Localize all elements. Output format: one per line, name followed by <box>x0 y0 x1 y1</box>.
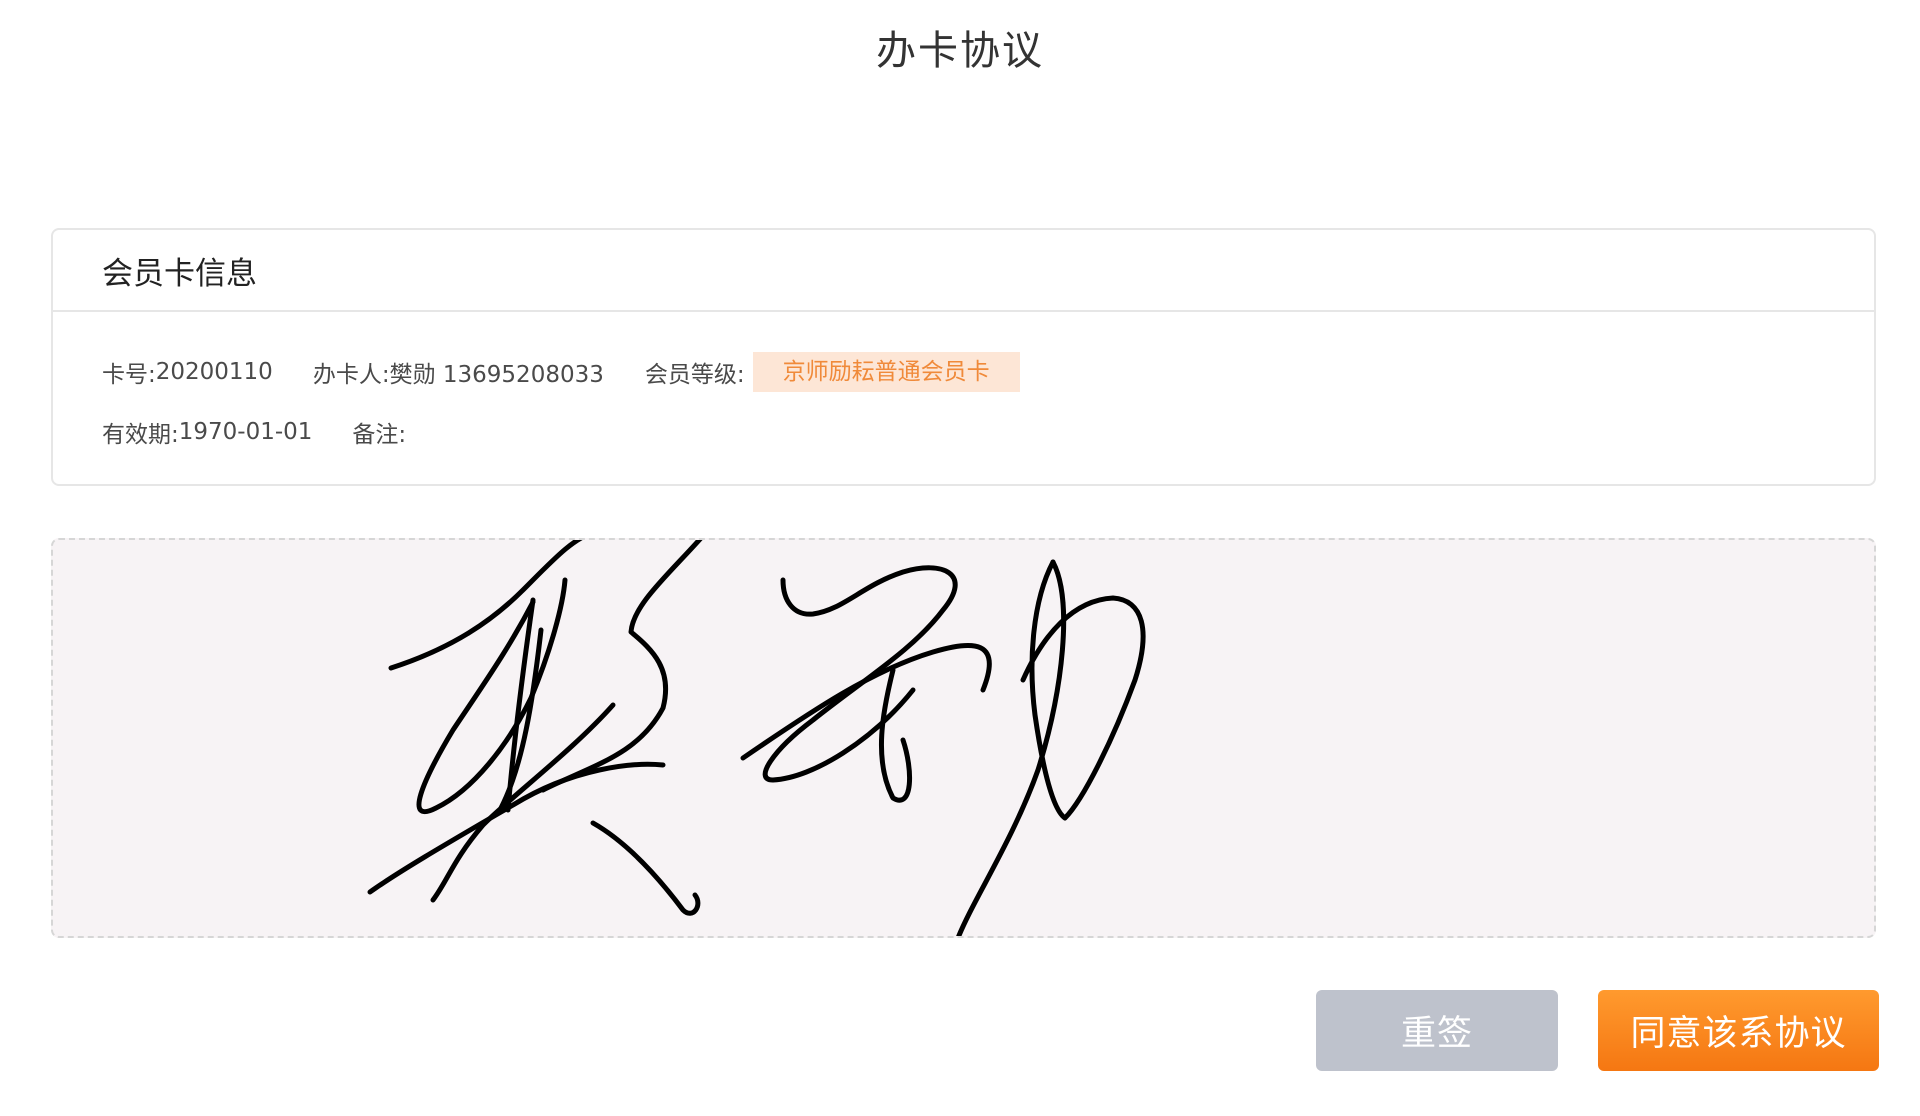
member-card-info-title: 会员卡信息 <box>102 255 257 292</box>
remark-label: 备注: <box>352 422 407 448</box>
card-agreement-page: 办卡协议 会员卡信息 卡号: 20200110 办卡人: 樊勋 1369520803… <box>0 0 1920 1116</box>
card-holder-value: 樊勋 13695208033 <box>389 362 604 388</box>
page-title: 办卡协议 <box>876 28 1044 74</box>
expiry-date-value: 1970-01-01 <box>178 419 313 445</box>
member-level-badge: 京师励耘普通会员卡 <box>752 352 1020 392</box>
member-level-label: 会员等级: <box>644 362 745 388</box>
expiry-date-label: 有效期: <box>102 422 179 448</box>
card-number-value: 20200110 <box>155 359 273 385</box>
card-holder-label: 办卡人: <box>312 362 390 388</box>
member-card-info-header: 会员卡信息 <box>53 230 1874 312</box>
resign-button[interactable]: 重签 <box>1316 990 1558 1071</box>
info-row-primary: 卡号: 20200110 办卡人: 樊勋 13695208033 会员等级: 京师励… <box>102 352 1874 392</box>
signature-pad[interactable] <box>51 538 1876 938</box>
member-card-info-body: 卡号: 20200110 办卡人: 樊勋 13695208033 会员等级: 京师励… <box>53 352 1874 452</box>
agree-agreement-button[interactable]: 同意该系协议 <box>1598 990 1879 1071</box>
card-holder: 办卡人: 樊勋 13695208033 <box>313 355 604 389</box>
card-number-label: 卡号: <box>102 362 156 388</box>
handwritten-signature <box>367 540 1146 936</box>
expiry-date: 有效期: 1970-01-01 <box>102 415 312 449</box>
remark: 备注: <box>352 415 406 449</box>
info-row-secondary: 有效期: 1970-01-01 备注: <box>102 412 1874 452</box>
member-level: 会员等级: 京师励耘普通会员卡 <box>645 352 1020 392</box>
member-card-info-panel: 会员卡信息 卡号: 20200110 办卡人: 樊勋 13695208033 会员等… <box>51 228 1876 486</box>
card-number: 卡号: 20200110 <box>102 355 273 389</box>
